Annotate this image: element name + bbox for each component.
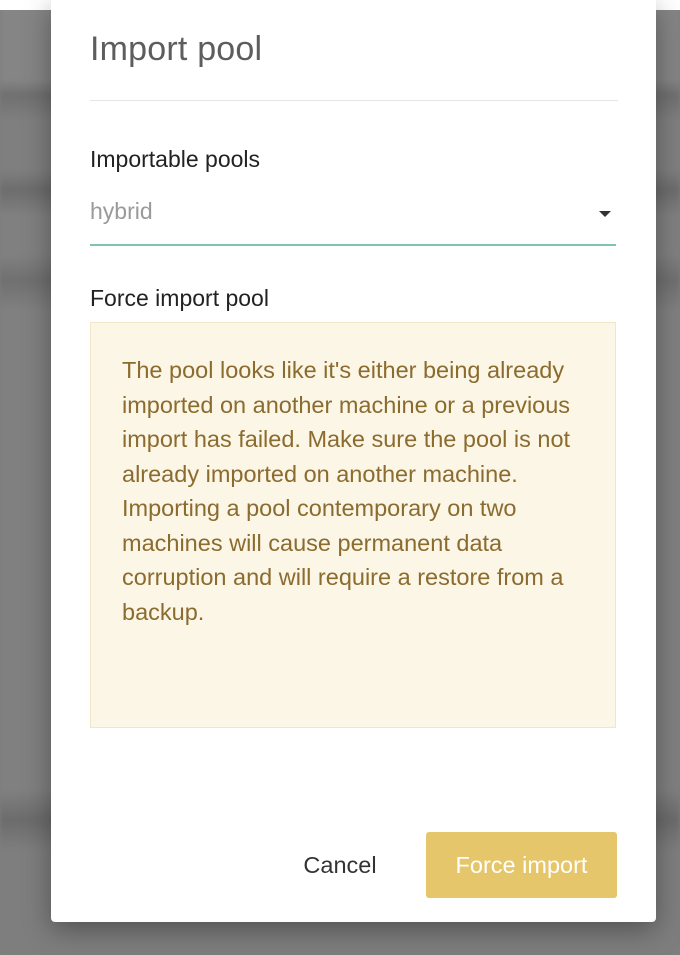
dialog-title: Import pool — [90, 30, 263, 68]
warning-text: The pool looks like it's either being al… — [122, 357, 571, 625]
importable-pools-select[interactable]: hybrid — [90, 190, 616, 246]
cancel-button[interactable]: Cancel — [289, 832, 391, 898]
caret-down-icon — [599, 211, 611, 217]
force-import-button[interactable]: Force import — [426, 832, 617, 898]
force-import-warning: The pool looks like it's either being al… — [90, 322, 616, 728]
import-pool-dialog: Import pool Importable pools hybrid Forc… — [51, 0, 656, 922]
force-import-label: Force import pool — [90, 285, 269, 311]
importable-pools-label: Importable pools — [90, 146, 261, 172]
title-divider — [90, 100, 618, 101]
selected-pool-value: hybrid — [90, 198, 153, 224]
